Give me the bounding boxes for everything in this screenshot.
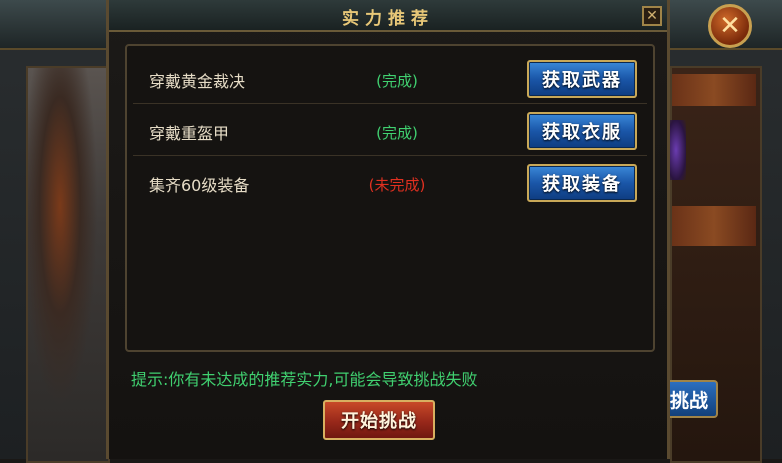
requirement-status: (完成) — [376, 124, 418, 142]
requirement-label: 集齐60级装备 — [149, 176, 250, 195]
requirements-panel: 穿戴黄金裁决 (完成) 获取武器 穿戴重盔甲 (完成) 获取衣服 集齐60级装备… — [125, 44, 655, 352]
get-armor-button[interactable]: 获取衣服 — [527, 112, 637, 150]
requirement-row: 集齐60级装备 (未完成) 获取装备 — [127, 156, 653, 208]
background-close-icon[interactable]: ✕ — [708, 4, 752, 48]
dialog-title-bar: 实力推荐 ✕ — [109, 0, 667, 32]
requirement-status: (未完成) — [368, 176, 426, 194]
background-right-banner-middle — [672, 206, 756, 246]
tip-text: 提示:你有未达成的推荐实力,可能会导致挑战失败 — [131, 370, 478, 389]
requirement-status: (完成) — [376, 72, 418, 90]
background-right-banner-top — [672, 74, 756, 106]
requirement-row: 穿戴黄金裁决 (完成) 获取武器 — [127, 52, 653, 104]
dialog-close-icon[interactable]: ✕ — [642, 6, 662, 26]
background-left-artwork — [26, 66, 110, 463]
recommendation-dialog: 实力推荐 ✕ 穿戴黄金裁决 (完成) 获取武器 穿戴重盔甲 (完成) 获取衣服 … — [106, 0, 670, 459]
get-weapon-button[interactable]: 获取武器 — [527, 60, 637, 98]
get-equipment-button[interactable]: 获取装备 — [527, 164, 637, 202]
start-challenge-button[interactable]: 开始挑战 — [323, 400, 435, 440]
requirement-label: 穿戴黄金裁决 — [149, 72, 246, 91]
requirement-label: 穿戴重盔甲 — [149, 124, 230, 143]
dialog-title: 实力推荐 — [342, 9, 434, 29]
requirement-row: 穿戴重盔甲 (完成) 获取衣服 — [127, 104, 653, 156]
